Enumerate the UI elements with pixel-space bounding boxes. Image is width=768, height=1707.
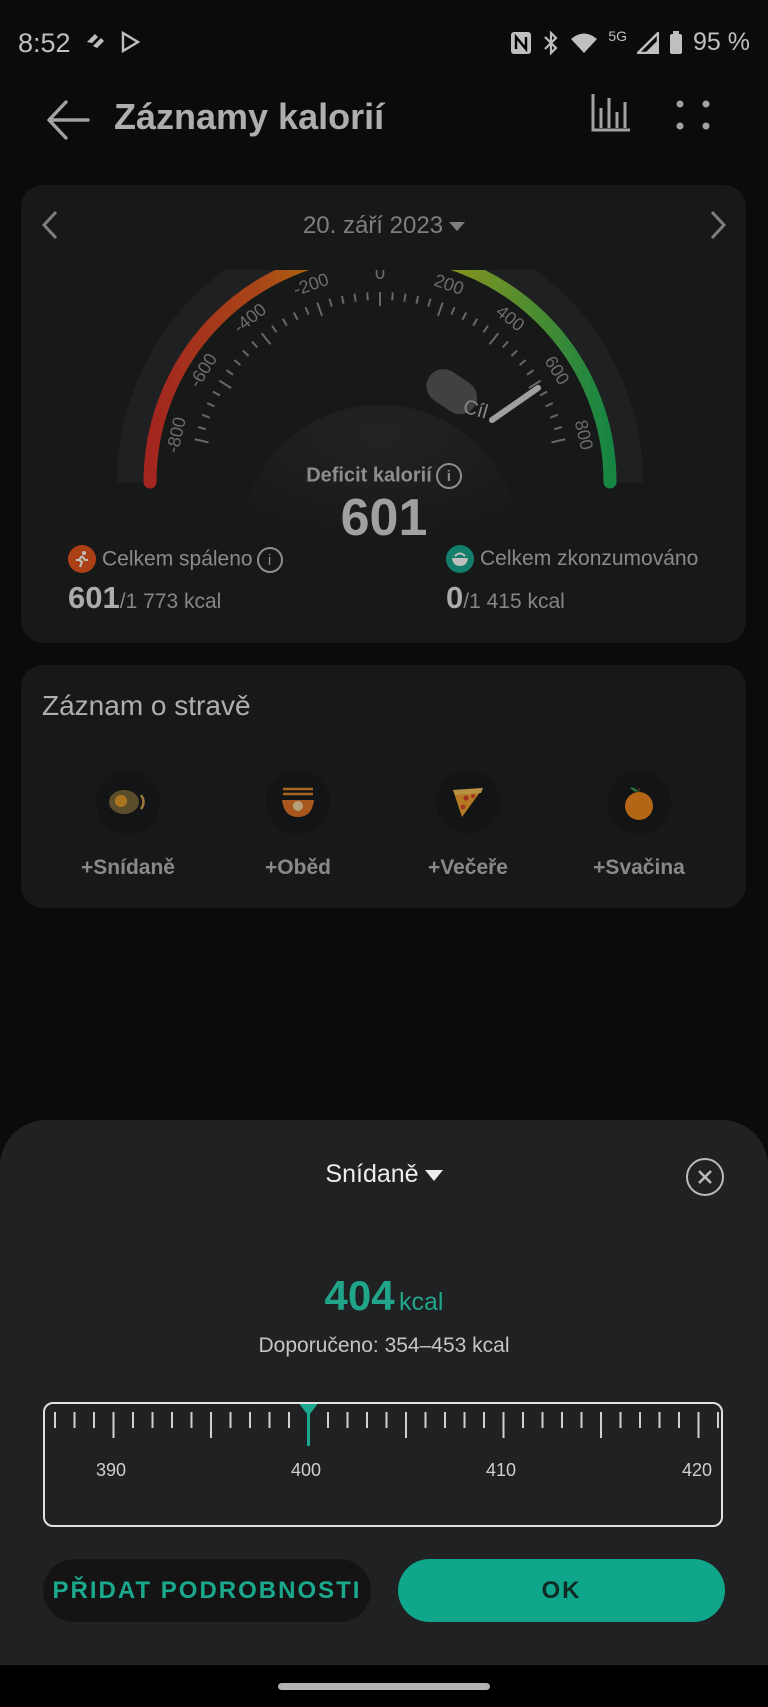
home-gesture-handle[interactable]	[278, 1683, 490, 1690]
kcal-readout: 404 kcal	[0, 1272, 768, 1320]
ruler-label-420: 420	[681, 1460, 713, 1480]
ruler-label-410: 410	[485, 1460, 517, 1480]
ruler-label-390: 390	[95, 1460, 127, 1480]
ruler-scale[interactable]	[45, 1404, 721, 1525]
caret-down-icon	[424, 1169, 443, 1181]
kcal-value: 404	[324, 1272, 395, 1319]
kcal-unit: kcal	[399, 1288, 444, 1316]
recommended-range: Doporučeno: 354–453 kcal	[258, 1334, 510, 1357]
close-button[interactable]	[686, 1158, 724, 1196]
ruler-indicator-head	[299, 1404, 318, 1416]
ruler-label-400: 400	[290, 1460, 322, 1480]
meal-type-selector[interactable]: Snídaně	[0, 1160, 768, 1189]
add-details-button[interactable]: PŘIDAT PODROBNOSTI	[43, 1559, 371, 1622]
close-icon	[698, 1170, 712, 1184]
ok-button[interactable]: OK	[398, 1559, 725, 1622]
meal-type-label[interactable]: Snídaně	[325, 1160, 418, 1188]
kcal-ruler-picker[interactable]	[43, 1402, 723, 1527]
